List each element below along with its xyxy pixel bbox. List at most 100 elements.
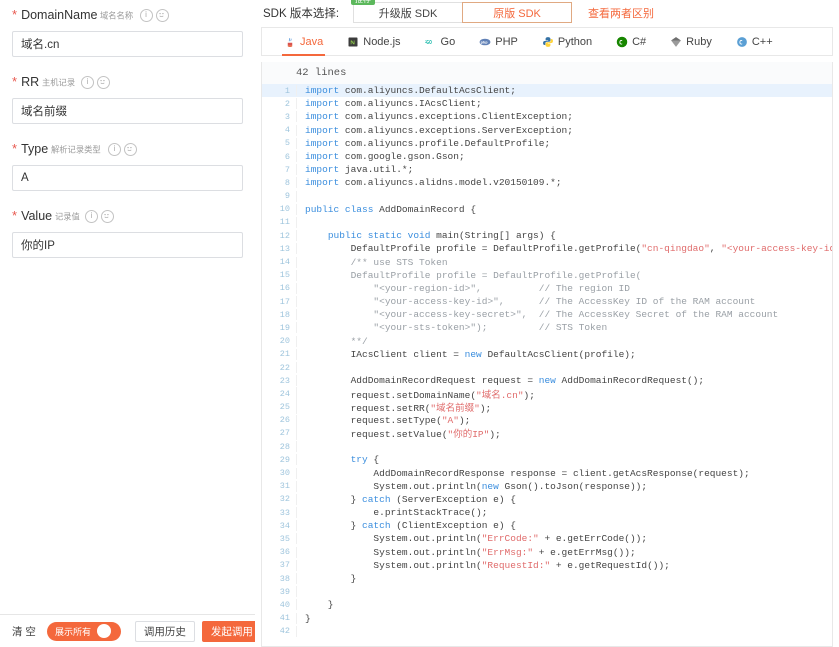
code-line: 2 import com.aliyuncs.IAcsClient; (262, 97, 832, 110)
code-line-number: 29 (279, 454, 290, 465)
feedback-face-icon[interactable] (97, 75, 111, 89)
input-domainname[interactable] (12, 31, 243, 57)
sdk-tab-0[interactable]: 推荐升级版 SDK (351, 0, 464, 23)
feedback-face-icon[interactable] (124, 142, 138, 156)
language-tab-label: Go (440, 35, 456, 48)
code-viewer[interactable]: 1 import com.aliyuncs.DefaultAcsClient; 2 i… (262, 84, 832, 646)
code-line: 38 } (262, 572, 832, 585)
code-line: 8 import com.aliyuncs.alidns.model.v20150… (262, 176, 832, 189)
code-line: 36 System.out.println("ErrMsg:" + e.getE… (262, 546, 832, 559)
toggle-knob (96, 624, 111, 638)
code-line-text: public static void main(String[] args) { (296, 230, 832, 242)
form-field-type: * Type 解析记录类型 i (0, 140, 255, 191)
code-line-text: import com.aliyuncs.exceptions.ServerExc… (296, 124, 832, 136)
feedback-face-icon[interactable] (101, 209, 115, 223)
language-tab-php[interactable]: php PHP (467, 28, 530, 56)
code-line-text: } catch (ClientException e) { (296, 520, 832, 532)
sdk-difference-link[interactable]: 查看两者区别 (588, 5, 654, 21)
code-line: 13 DefaultProfile profile = DefaultProfi… (262, 242, 832, 255)
code-line: 35 System.out.println("ErrCode:" + e.get… (262, 532, 832, 545)
code-line-number: 21 (279, 349, 290, 360)
language-tab-go[interactable]: GO Go (413, 28, 468, 56)
clear-button[interactable]: 清 空 (8, 620, 40, 642)
language-tab-c[interactable]: C C++ (724, 28, 785, 56)
input-rr[interactable] (12, 98, 243, 124)
cpp-icon: C (736, 36, 748, 48)
language-tab-c[interactable]: C C# (604, 28, 658, 56)
code-line-text: "<your-sts-token>"); // STS Token (296, 322, 832, 334)
form-action-bar: 清 空 展示所有 调用历史 发起调用 (0, 614, 262, 647)
info-icon[interactable]: i (85, 209, 99, 223)
code-line-text: import com.aliyuncs.exceptions.ClientExc… (296, 111, 832, 123)
language-tab-ruby[interactable]: Ruby (658, 28, 724, 56)
code-line: 21 IAcsClient client = new DefaultAcsCli… (262, 348, 832, 361)
required-marker: * (12, 74, 18, 89)
code-line: 14 /** use STS Token (262, 255, 832, 268)
code-line-number: 13 (279, 243, 290, 254)
code-line: 7 import java.util.*; (262, 163, 832, 176)
input-type[interactable] (12, 165, 243, 191)
code-line: 17 "<your-access-key-id>", // The Access… (262, 295, 832, 308)
code-line-text (296, 586, 832, 598)
code-line-number: 22 (279, 362, 290, 373)
input-value[interactable] (12, 232, 243, 258)
language-tab-python[interactable]: Python (530, 28, 604, 56)
language-tab-java[interactable]: Java (272, 28, 335, 56)
field-name-cn: 解析记录类型 (51, 144, 101, 155)
sdk-version-label: SDK 版本选择: (263, 7, 340, 20)
code-line-text: import com.aliyuncs.IAcsClient; (296, 98, 832, 110)
invoke-button[interactable]: 发起调用 (201, 620, 262, 642)
code-line: 34 } catch (ClientException e) { (262, 519, 832, 532)
code-line-text: System.out.println("ErrCode:" + e.getErr… (296, 533, 832, 545)
code-line: 4 import com.aliyuncs.exceptions.ServerEx… (262, 124, 832, 137)
code-line: 12 public static void main(String[] args… (262, 229, 832, 242)
code-line-number: 10 (279, 204, 290, 215)
code-line-text: /** use STS Token (296, 256, 832, 268)
show-all-toggle[interactable]: 展示所有 (46, 621, 121, 641)
code-line-text (296, 190, 832, 202)
code-line: 10 public class AddDomainRecord { (262, 203, 832, 216)
language-tab-label: C# (632, 35, 647, 48)
ruby-icon (670, 36, 682, 48)
code-line: 30 AddDomainRecordResponse response = cl… (262, 466, 832, 479)
code-line-number: 31 (279, 481, 290, 492)
code-line-text (296, 625, 832, 637)
code-line-number: 32 (279, 494, 290, 505)
code-line-number: 33 (279, 507, 290, 518)
call-history-button[interactable]: 调用历史 (134, 620, 195, 642)
code-line-text: import com.aliyuncs.alidns.model.v201501… (296, 177, 832, 189)
code-line-text: } catch (ServerException e) { (296, 493, 832, 505)
sdk-tab-1[interactable]: 原版 SDK (462, 2, 573, 23)
code-line: 1 import com.aliyuncs.DefaultAcsClient; (262, 84, 832, 98)
code-line: 6 import com.google.gson.Gson; (262, 150, 832, 163)
show-all-toggle-label: 展示所有 (54, 627, 91, 638)
required-marker: * (12, 208, 18, 223)
language-tab-nodejs[interactable]: Node.js (335, 28, 412, 56)
info-icon[interactable]: i (108, 142, 122, 156)
code-line-text: AddDomainRecordRequest request = new Add… (296, 375, 832, 387)
code-line-text: } (296, 599, 832, 611)
code-line-number: 17 (279, 296, 290, 307)
code-line-text: AddDomainRecordResponse response = clien… (296, 467, 832, 479)
parameter-form-panel: *DomainName域名名称i*RR主机记录i*Type解析记录类型i*Val… (0, 0, 262, 647)
code-line-number: 37 (279, 560, 290, 571)
java-icon (284, 36, 296, 48)
info-icon[interactable]: i (81, 75, 95, 89)
code-line: 11 (262, 216, 832, 229)
code-line-text: e.printStackTrace(); (296, 507, 832, 519)
code-line-text: System.out.println(new Gson().toJson(res… (296, 480, 832, 492)
code-line: 40 } (262, 598, 832, 611)
code-line-text: "<your-access-key-id>", // The AccessKey… (296, 296, 832, 308)
code-line-number: 23 (279, 375, 290, 386)
field-label-value: * Value 记录值 i (12, 207, 243, 225)
sdk-version-bar: SDK 版本选择: 推荐升级版 SDK 原版 SDK 查看两者区别 (255, 0, 839, 25)
code-line-number: 20 (279, 336, 290, 347)
feedback-face-icon[interactable] (155, 8, 169, 22)
code-line: 3 import com.aliyuncs.exceptions.ClientEx… (262, 110, 832, 123)
code-line: 28 (262, 440, 832, 453)
code-line-number: 42 (279, 626, 290, 637)
code-line-text: **/ (296, 335, 832, 347)
info-icon[interactable]: i (139, 8, 153, 22)
sdk-version-tabs: 推荐升级版 SDK 原版 SDK (351, 0, 573, 23)
code-line: 20 **/ (262, 335, 832, 348)
